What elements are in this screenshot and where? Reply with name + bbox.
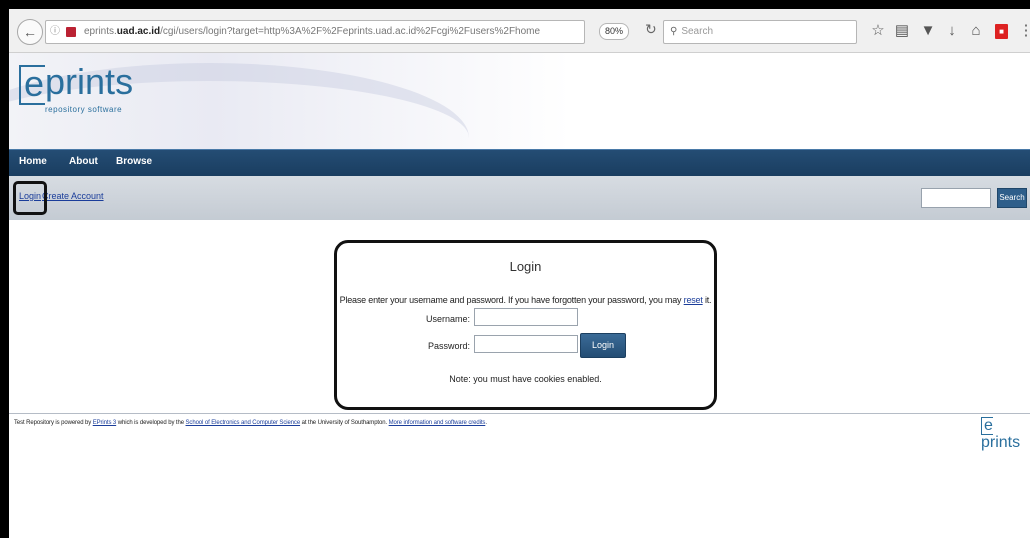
zoom-indicator[interactable]: 80% <box>599 23 629 40</box>
nav-home[interactable]: Home <box>19 156 47 167</box>
login-title: Login <box>509 259 542 274</box>
footer-text-2: which is developed by the <box>116 420 186 426</box>
url-domain: uad.ac.id <box>116 26 161 37</box>
footer-text-1: Test Repository is powered by <box>14 420 93 426</box>
user-bar: Login Create Account Search <box>9 176 1030 220</box>
site-header: eprints repository software <box>9 53 1030 149</box>
footer-divider <box>9 413 1030 414</box>
credits-link[interactable]: More information and software credits <box>389 420 486 426</box>
info-icon[interactable]: ⓘ <box>50 21 60 43</box>
login-highlight <box>13 181 47 215</box>
pocket-icon[interactable]: ▼ <box>919 21 937 41</box>
nav-browse[interactable]: Browse <box>116 156 152 167</box>
login-message-suffix: it. <box>702 295 712 305</box>
password-label: Password: <box>427 341 470 351</box>
search-icon: ⚲ <box>670 26 678 37</box>
logo-e: e <box>19 65 46 105</box>
cookies-note: Note: you must have cookies enabled. <box>449 374 602 384</box>
bookmark-star-icon[interactable]: ☆ <box>869 21 887 41</box>
downloads-icon[interactable]: ↓ <box>943 21 961 41</box>
create-account-link[interactable]: Create Account <box>42 191 104 201</box>
browser-window: ← ⓘ eprints.uad.ac.id/cgi/users/login?ta… <box>9 9 1030 538</box>
site-identity-icon <box>66 27 76 37</box>
reset-password-link[interactable]: reset <box>684 295 703 305</box>
reload-icon[interactable]: ↻ <box>645 21 657 38</box>
school-link[interactable]: School of Electronics and Computer Scien… <box>186 420 301 426</box>
footer-text-3: at the University of Southampton. <box>300 420 389 426</box>
main-nav: Home About Browse <box>9 149 1030 176</box>
site-search-button[interactable]: Search <box>997 188 1027 208</box>
login-panel: Login Please enter your username and pas… <box>334 240 717 410</box>
logo-text: prints <box>45 61 134 102</box>
url-path: /cgi/users/login?target=http%3A%2F%2Fepr… <box>160 26 541 37</box>
footer-logo-e: e <box>981 417 993 435</box>
password-field[interactable] <box>474 335 578 353</box>
back-arrow-icon[interactable]: ← <box>17 19 43 45</box>
home-icon[interactable]: ⌂ <box>967 21 985 41</box>
url-prefix: eprints. <box>84 26 117 37</box>
footer-eprints-logo[interactable]: eprints <box>981 417 1030 451</box>
search-placeholder: Search <box>681 26 714 37</box>
eprints-link[interactable]: EPrints 3 <box>93 420 117 426</box>
browser-toolbar: ← ⓘ eprints.uad.ac.id/cgi/users/login?ta… <box>9 9 1030 53</box>
site-search-input[interactable] <box>921 188 991 208</box>
eprints-logo[interactable]: eprints repository software <box>19 61 134 135</box>
footer-text: Test Repository is powered by EPrints 3 … <box>14 420 487 426</box>
username-label: Username: <box>425 314 470 324</box>
footer-logo-text: prints <box>981 434 1021 451</box>
bookmarks-list-icon[interactable]: ▤ <box>893 21 911 41</box>
pdf-extension-icon[interactable]: ■ <box>995 24 1008 39</box>
browser-search-field[interactable]: ⚲ Search <box>663 20 857 44</box>
login-message-prefix: Please enter your username and password.… <box>339 295 684 305</box>
logo-subtitle: repository software <box>45 105 123 114</box>
footer-text-4: . <box>485 420 487 426</box>
address-bar[interactable]: ⓘ eprints.uad.ac.id/cgi/users/login?targ… <box>45 20 585 44</box>
menu-icon[interactable]: ⋮ <box>1017 21 1030 41</box>
login-message: Please enter your username and password.… <box>337 295 714 305</box>
login-button[interactable]: Login <box>580 333 626 358</box>
username-field[interactable] <box>474 308 578 326</box>
url-text: eprints.uad.ac.id/cgi/users/login?target… <box>84 21 540 43</box>
nav-about[interactable]: About <box>69 156 98 167</box>
